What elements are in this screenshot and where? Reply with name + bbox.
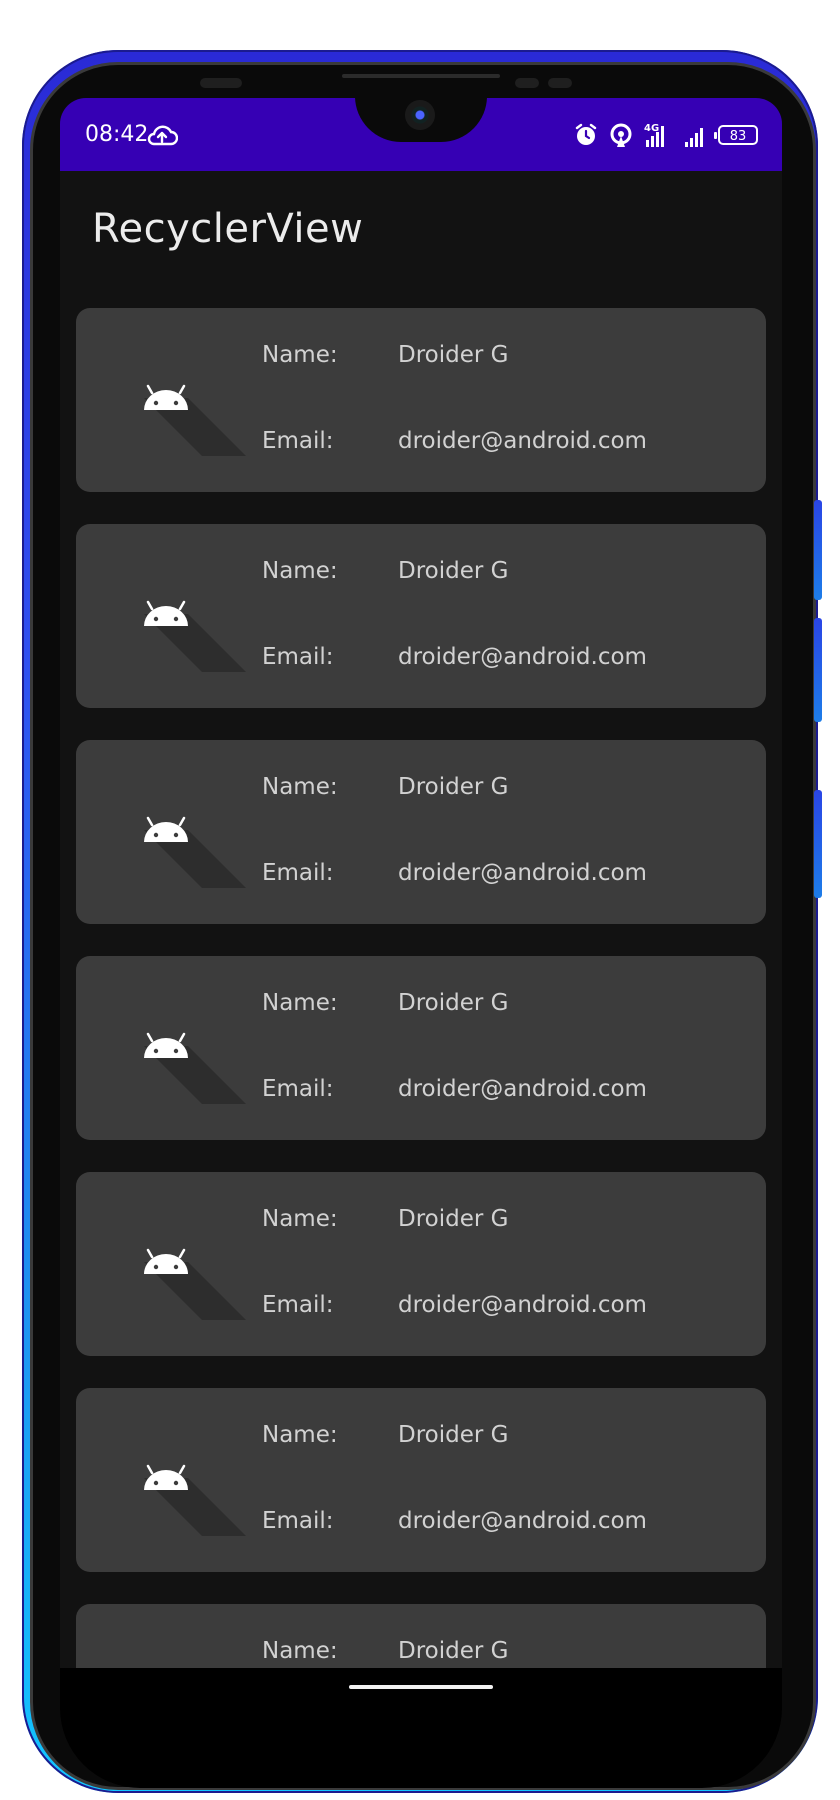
sensor: [548, 78, 572, 88]
android-icon: [138, 376, 258, 460]
email-label: Email:: [262, 1076, 334, 1102]
list-item[interactable]: Name: Droider G Email: droider@android.com: [76, 740, 766, 924]
name-value: Droider G: [398, 342, 509, 368]
email-label: Email:: [262, 1508, 334, 1534]
email-label: Email:: [262, 860, 334, 886]
list-item[interactable]: Name: Droider G Email: droider@android.com: [76, 524, 766, 708]
android-icon: [138, 808, 258, 892]
email-value: droider@android.com: [398, 860, 647, 886]
email-label: Email:: [262, 428, 334, 454]
battery-icon: 83: [714, 125, 758, 145]
front-camera: [405, 100, 435, 130]
name-value: Droider G: [398, 1206, 509, 1232]
name-label: Name:: [262, 990, 338, 1016]
name-value: Droider G: [398, 558, 509, 584]
email-label: Email:: [262, 644, 334, 670]
sensor: [515, 78, 539, 88]
android-icon: [138, 1456, 258, 1540]
android-icon: [138, 1024, 258, 1108]
name-value: Droider G: [398, 1422, 509, 1448]
android-icon: [138, 1240, 258, 1324]
screen: 08:42 4G 83 RecyclerView Name: Droider G…: [60, 98, 782, 1668]
email-value: droider@android.com: [398, 1292, 647, 1318]
signal-icon: [685, 128, 703, 147]
email-label: Email:: [262, 1292, 334, 1318]
name-value: Droider G: [398, 990, 509, 1016]
signal-4g-icon: 4G: [644, 123, 664, 147]
hotspot-icon: [610, 123, 632, 147]
earpiece: [342, 74, 500, 78]
list-item[interactable]: Name: Droider G Email: droider@android.com: [76, 308, 766, 492]
alarm-icon: [575, 123, 597, 145]
android-icon: [138, 592, 258, 676]
email-value: droider@android.com: [398, 1508, 647, 1534]
name-label: Name:: [262, 558, 338, 584]
name-label: Name:: [262, 1206, 338, 1232]
name-value: Droider G: [398, 1638, 509, 1664]
name-label: Name:: [262, 1638, 338, 1664]
list-item[interactable]: Name: Droider G Email: droider@android.com: [76, 1388, 766, 1572]
home-indicator[interactable]: [349, 1685, 493, 1689]
side-button: [814, 618, 822, 722]
name-label: Name:: [262, 342, 338, 368]
status-icons: 4G 83: [574, 120, 758, 150]
sensor: [200, 78, 242, 88]
page-title: RecyclerView: [92, 206, 364, 252]
name-label: Name:: [262, 774, 338, 800]
name-value: Droider G: [398, 774, 509, 800]
list-item[interactable]: Name:Droider GEmail:droider@android.com: [76, 1604, 766, 1668]
status-time: 08:42: [85, 122, 149, 147]
email-value: droider@android.com: [398, 644, 647, 670]
email-value: droider@android.com: [398, 428, 647, 454]
cloud-upload-icon: [147, 125, 178, 146]
side-button: [814, 500, 822, 600]
name-label: Name:: [262, 1422, 338, 1448]
list-item[interactable]: Name: Droider G Email: droider@android.com: [76, 1172, 766, 1356]
list-item[interactable]: Name: Droider G Email: droider@android.com: [76, 956, 766, 1140]
side-button: [814, 790, 822, 898]
email-value: droider@android.com: [398, 1076, 647, 1102]
